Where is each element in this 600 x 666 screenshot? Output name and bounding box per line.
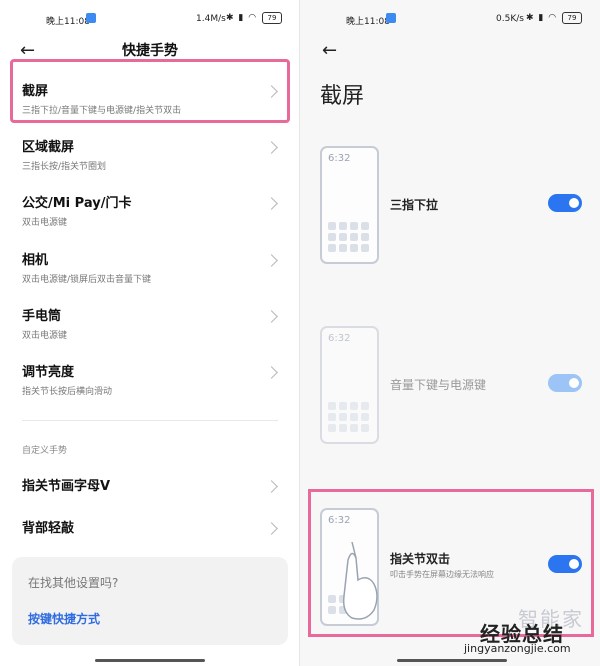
option-subtitle: 叩击手势在屏幕边缘无法响应: [390, 570, 494, 579]
item-title: 公交/Mi Pay/门卡: [22, 196, 132, 211]
app-grid-icon: [328, 222, 372, 252]
battery-icon: 79: [262, 12, 282, 24]
signal-wifi-icon: ✱ ▮ ◠: [526, 13, 558, 23]
list-item-camera[interactable]: 相机 双击电源键/锁屏后双击音量下键: [22, 249, 282, 285]
gesture-settings-panel: 晚上11:08 1.4M/s ✱ ▮ ◠ 79 ← 快捷手势 截屏 三指下拉/音…: [0, 0, 300, 666]
home-indicator: [397, 659, 507, 662]
item-title: 调节亮度: [22, 365, 75, 380]
divider: [22, 420, 278, 421]
item-subtitle: 双击电源键: [22, 331, 68, 341]
phone-illustration: 6:32: [320, 326, 379, 444]
network-rate: 1.4M/s: [196, 14, 226, 24]
status-bar: 晚上11:08 1.4M/s ✱ ▮ ◠ 79: [0, 12, 300, 30]
phone-time: 6:32: [328, 515, 351, 526]
option-label: 三指下拉: [390, 198, 439, 212]
signal-wifi-icon: ✱ ▮ ◠: [226, 13, 258, 23]
option-label: 音量下键与电源键: [390, 378, 487, 392]
item-subtitle: 三指下拉/音量下键与电源键/指关节双击: [22, 106, 182, 116]
list-item-area-screenshot[interactable]: 区域截屏 三指长按/指关节圈划: [22, 136, 282, 172]
status-time: 晚上11:08: [346, 17, 390, 27]
app-notification-icon: [386, 13, 396, 23]
phone-time: 6:32: [328, 333, 351, 344]
section-header: 自定义手势: [22, 446, 68, 456]
item-subtitle: 双击电源键: [22, 218, 68, 228]
item-title: 手电筒: [22, 309, 62, 324]
list-item-screenshot[interactable]: 截屏 三指下拉/音量下键与电源键/指关节双击: [22, 80, 282, 116]
item-title: 区域截屏: [22, 140, 75, 155]
search-suggestion-card: 在找其他设置吗? 按键快捷方式: [12, 557, 288, 645]
item-subtitle: 指关节长按后横向滑动: [22, 387, 113, 397]
home-indicator: [95, 659, 205, 662]
app-notification-icon: [86, 13, 96, 23]
option-label: 指关节双击: [390, 552, 451, 566]
item-title: 相机: [22, 253, 49, 268]
screenshot-settings-panel: 晚上11:08 0.5K/s ✱ ▮ ◠ 79 ← 截屏 6:32 三指下拉 6…: [300, 0, 600, 666]
item-title: 截屏: [22, 84, 49, 99]
list-item-transit-card[interactable]: 公交/Mi Pay/门卡 双击电源键: [22, 192, 282, 228]
item-title: 指关节画字母V: [22, 479, 111, 494]
page-title: 快捷手势: [122, 43, 178, 59]
battery-icon: 79: [562, 12, 582, 24]
watermark-url: jingyanzongjie.com: [464, 642, 571, 655]
button-shortcut-link[interactable]: 按键快捷方式: [28, 610, 100, 627]
status-bar: 晚上11:08 0.5K/s ✱ ▮ ◠ 79: [300, 12, 600, 30]
list-item-flashlight[interactable]: 手电筒 双击电源键: [22, 305, 282, 341]
list-item-knuckle-v[interactable]: 指关节画字母V: [22, 475, 282, 494]
list-item-brightness[interactable]: 调节亮度 指关节长按后横向滑动: [22, 361, 282, 397]
toggle-three-finger[interactable]: [548, 194, 582, 212]
item-title: 背部轻敲: [22, 521, 75, 536]
hand-knuckle-icon: [342, 541, 378, 620]
app-grid-icon: [328, 402, 372, 432]
item-subtitle: 三指长按/指关节圈划: [22, 162, 107, 172]
status-time: 晚上11:08: [46, 17, 90, 27]
phone-time: 6:32: [328, 153, 351, 164]
item-subtitle: 双击电源键/锁屏后双击音量下键: [22, 275, 152, 285]
list-item-back-tap[interactable]: 背部轻敲: [22, 517, 282, 536]
network-rate: 0.5K/s: [496, 14, 524, 24]
search-question: 在找其他设置吗?: [28, 576, 119, 590]
toggle-knuckle-double-tap[interactable]: [548, 555, 582, 573]
page-title: 截屏: [320, 84, 365, 109]
phone-illustration: 6:32: [320, 146, 379, 264]
toggle-volume-power[interactable]: [548, 374, 582, 392]
back-arrow-icon[interactable]: ←: [322, 40, 337, 61]
